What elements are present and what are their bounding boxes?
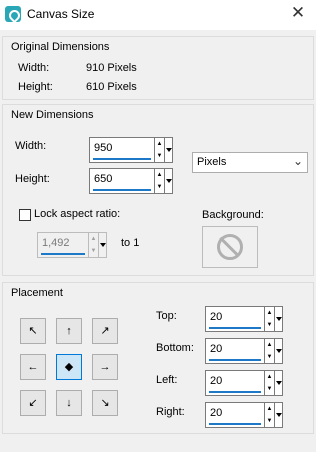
spin-down-icon[interactable]: ▼: [155, 150, 164, 162]
spin-up-icon[interactable]: ▲: [155, 138, 164, 150]
new-width-input[interactable]: 950: [89, 137, 155, 163]
right-dropdown-icon[interactable]: [275, 402, 283, 428]
right-stepper[interactable]: 20 ▲ ▼: [205, 402, 291, 428]
aspect-ratio-suffix: to 1: [121, 237, 140, 249]
left-stepper[interactable]: 20 ▲ ▼: [205, 370, 291, 396]
app-icon: [5, 6, 21, 22]
anchor-bottom-right-button[interactable]: ↘: [92, 390, 118, 416]
chevron-down-icon[interactable]: ⌄: [293, 154, 303, 168]
arrow-left-icon: ←: [27, 361, 39, 373]
spin-up-icon[interactable]: ▲: [265, 371, 274, 383]
background-label: Background:: [202, 209, 264, 221]
arrow-up-icon: ↑: [66, 325, 72, 337]
top-input[interactable]: 20: [205, 306, 265, 332]
spin-down-icon: ▼: [90, 248, 97, 254]
background-color-swatch[interactable]: [202, 226, 258, 268]
spin-up-icon: ▲: [90, 236, 97, 242]
original-height-value: 610 Pixels: [86, 81, 137, 93]
aspect-ratio-input: 1,492: [37, 232, 89, 258]
new-width-spin-buttons[interactable]: ▲ ▼: [155, 137, 165, 163]
right-value: 20: [210, 407, 223, 419]
window-title: Canvas Size: [27, 7, 95, 21]
arrow-right-icon: →: [99, 361, 111, 373]
spin-up-icon[interactable]: ▲: [265, 307, 274, 319]
left-dropdown-icon[interactable]: [275, 370, 283, 396]
left-value: 20: [210, 375, 223, 387]
right-spin-buttons[interactable]: ▲ ▼: [265, 402, 275, 428]
units-select[interactable]: Pixels ⌄: [192, 152, 308, 173]
bottom-dropdown-icon[interactable]: [275, 338, 283, 364]
original-dimensions-title: Original Dimensions: [11, 41, 110, 53]
aspect-ratio-spin-buttons: ▲ ▼: [89, 232, 99, 258]
arrow-up-right-icon: ↗: [100, 325, 110, 337]
spin-down-icon[interactable]: ▼: [155, 181, 164, 193]
spin-down-icon[interactable]: ▼: [265, 383, 274, 395]
left-label: Left:: [156, 374, 178, 386]
left-spin-buttons[interactable]: ▲ ▼: [265, 370, 275, 396]
no-fill-icon: [217, 234, 243, 260]
left-input[interactable]: 20: [205, 370, 265, 396]
spin-up-icon[interactable]: ▲: [265, 403, 274, 415]
spin-down-icon[interactable]: ▼: [265, 319, 274, 331]
aspect-ratio-dropdown-icon: [99, 232, 107, 258]
placement-anchor-grid: ↖ ↑ ↗ ← ◆ → ↙ ↓ ↘: [20, 318, 118, 416]
anchor-center-button[interactable]: ◆: [56, 354, 82, 380]
arrow-down-left-icon: ↙: [28, 397, 38, 409]
lock-aspect-ratio-checkbox[interactable]: [19, 209, 31, 221]
spin-up-icon[interactable]: ▲: [265, 339, 274, 351]
aspect-ratio-stepper: 1,492 ▲ ▼: [37, 232, 115, 258]
top-spin-buttons[interactable]: ▲ ▼: [265, 306, 275, 332]
top-dropdown-icon[interactable]: [275, 306, 283, 332]
center-diamond-icon: ◆: [64, 361, 74, 373]
anchor-top-left-button[interactable]: ↖: [20, 318, 46, 344]
close-button[interactable]: ✕: [286, 2, 310, 24]
bottom-value: 20: [210, 343, 223, 355]
anchor-top-right-button[interactable]: ↗: [92, 318, 118, 344]
spin-down-icon[interactable]: ▼: [265, 351, 274, 363]
new-width-stepper[interactable]: 950 ▲ ▼: [89, 137, 181, 163]
title-bar: Canvas Size ✕: [0, 0, 316, 30]
anchor-right-button[interactable]: →: [92, 354, 118, 380]
new-height-input[interactable]: 650: [89, 168, 155, 194]
units-selected-value: Pixels: [197, 156, 227, 168]
spin-up-icon[interactable]: ▲: [155, 169, 164, 181]
original-width-label: Width:: [18, 62, 50, 74]
new-dimensions-title: New Dimensions: [11, 109, 94, 121]
new-height-dropdown-icon[interactable]: [165, 168, 173, 194]
spin-down-icon[interactable]: ▼: [265, 415, 274, 427]
anchor-left-button[interactable]: ←: [20, 354, 46, 380]
new-width-value: 950: [94, 142, 113, 154]
top-stepper[interactable]: 20 ▲ ▼: [205, 306, 291, 332]
lock-aspect-ratio-label: Lock aspect ratio:: [34, 208, 121, 220]
new-height-label: Height:: [15, 173, 50, 185]
right-input[interactable]: 20: [205, 402, 265, 428]
original-width-value: 910 Pixels: [86, 62, 137, 74]
right-label: Right:: [156, 406, 185, 418]
anchor-bottom-left-button[interactable]: ↙: [20, 390, 46, 416]
top-value: 20: [210, 311, 223, 323]
aspect-ratio-value: 1,492: [42, 237, 70, 249]
anchor-top-button[interactable]: ↑: [56, 318, 82, 344]
arrow-up-left-icon: ↖: [28, 325, 38, 337]
new-height-spin-buttons[interactable]: ▲ ▼: [155, 168, 165, 194]
new-height-value: 650: [94, 173, 113, 185]
top-label: Top:: [156, 310, 177, 322]
arrow-down-right-icon: ↘: [100, 397, 110, 409]
new-width-label: Width:: [15, 140, 47, 152]
bottom-stepper[interactable]: 20 ▲ ▼: [205, 338, 291, 364]
arrow-down-icon: ↓: [66, 397, 72, 409]
bottom-label: Bottom:: [156, 342, 194, 354]
original-height-label: Height:: [18, 81, 53, 93]
placement-title: Placement: [11, 287, 63, 299]
bottom-input[interactable]: 20: [205, 338, 265, 364]
new-height-stepper[interactable]: 650 ▲ ▼: [89, 168, 181, 194]
anchor-bottom-button[interactable]: ↓: [56, 390, 82, 416]
new-width-dropdown-icon[interactable]: [165, 137, 173, 163]
bottom-spin-buttons[interactable]: ▲ ▼: [265, 338, 275, 364]
